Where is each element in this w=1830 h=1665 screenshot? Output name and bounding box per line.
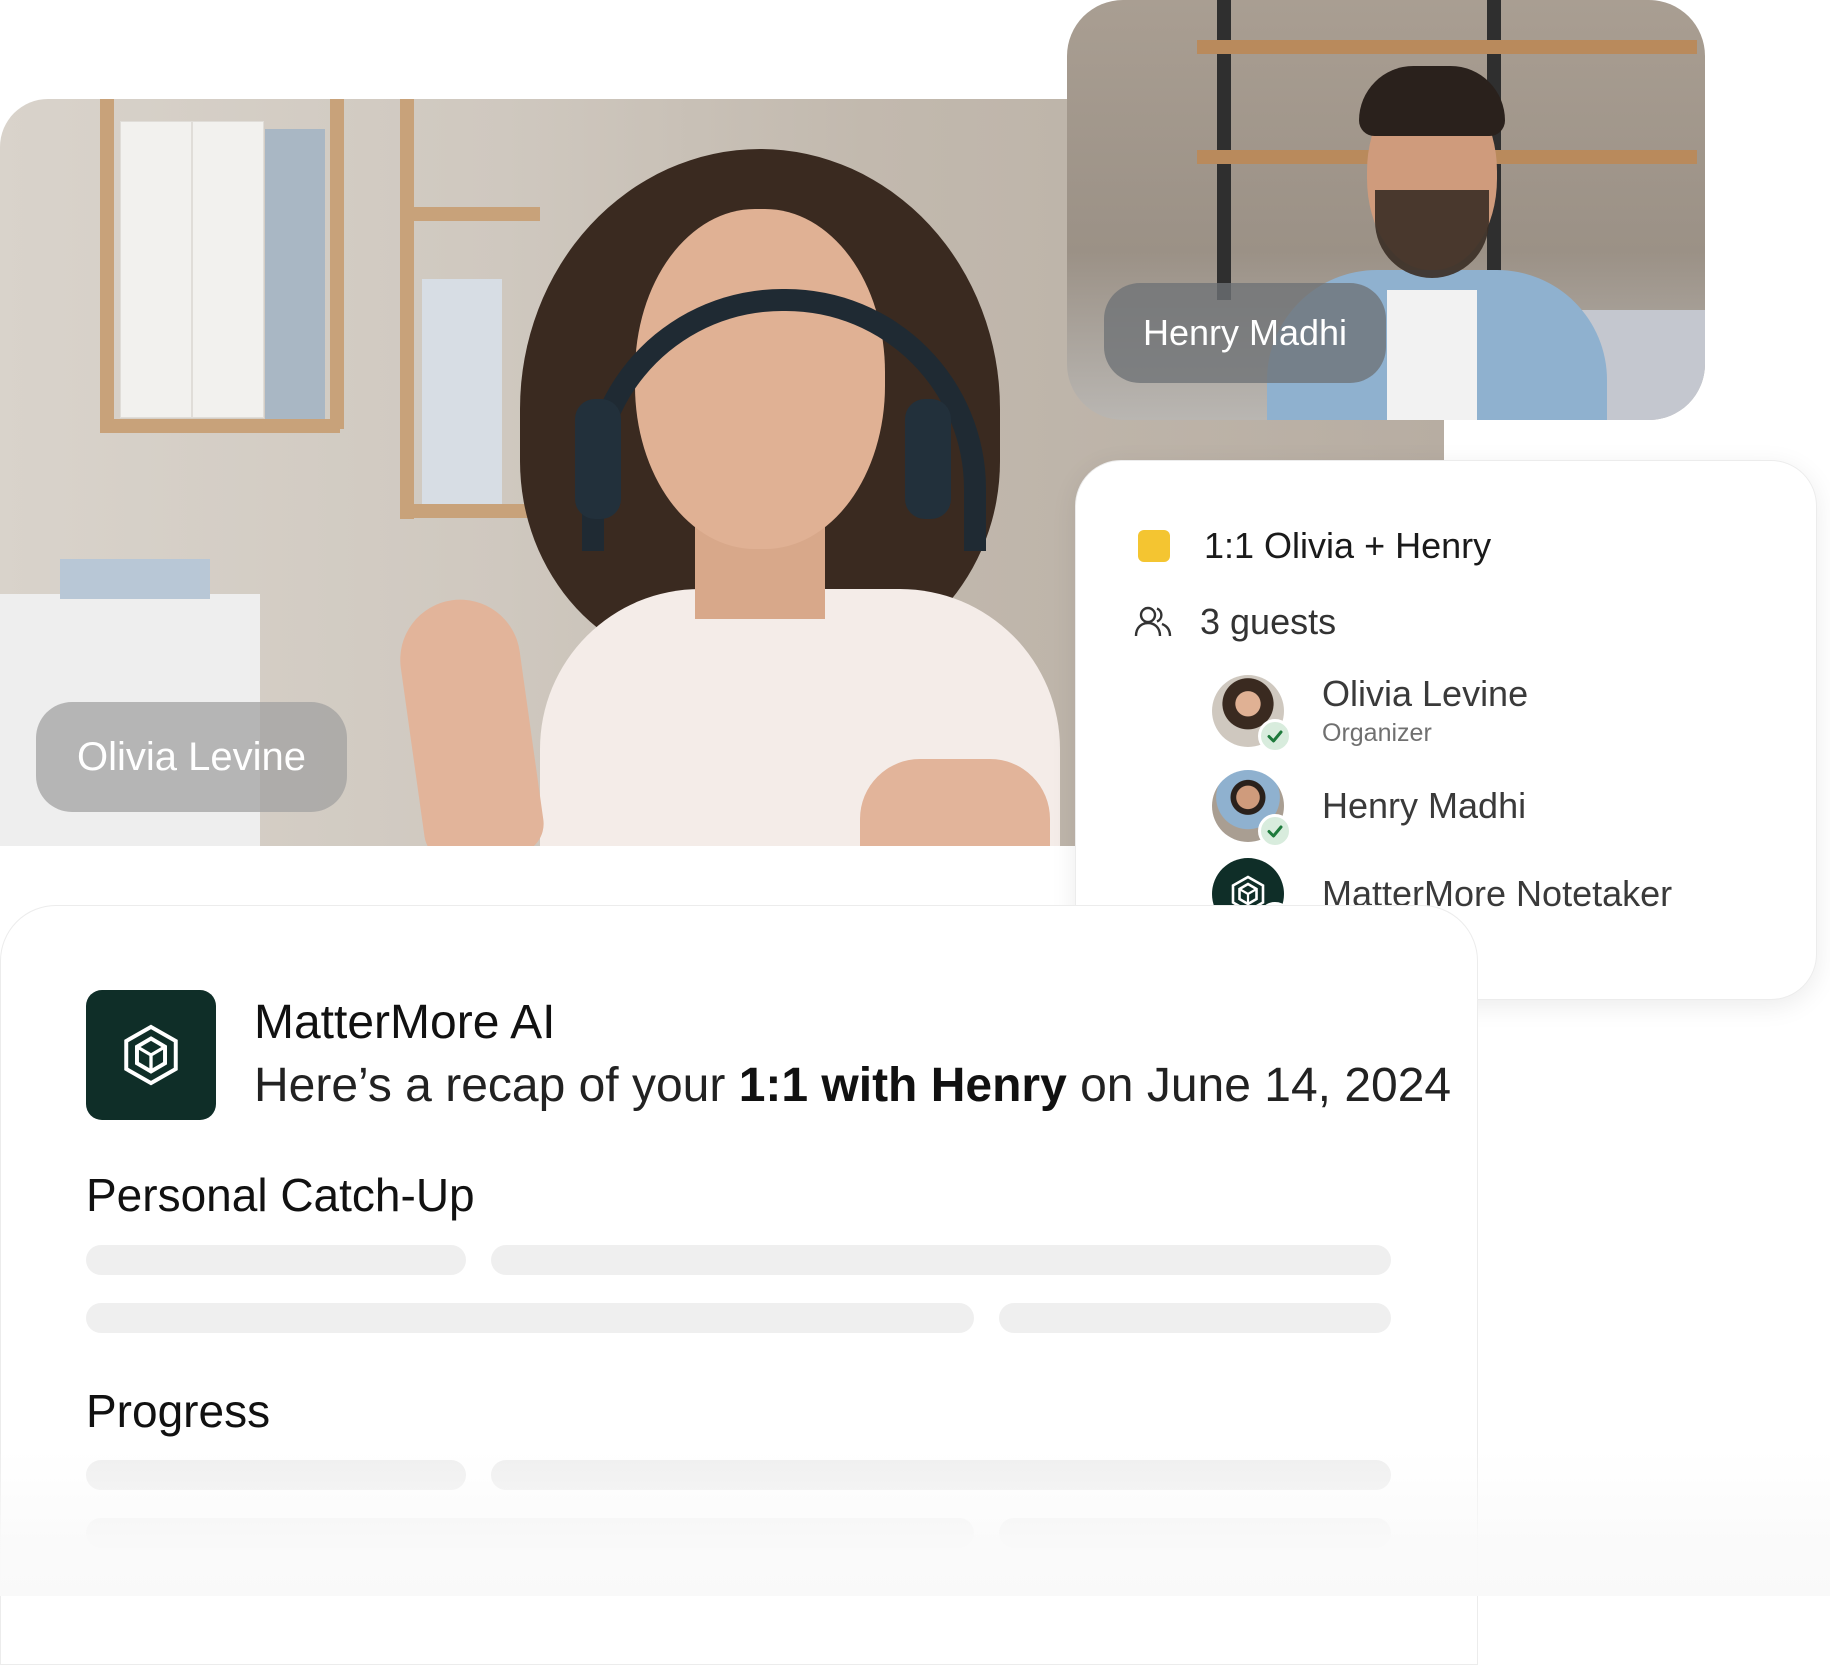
placeholder-line — [491, 1245, 1391, 1275]
recap-intro: Here’s a recap of your 1:1 with Henry on… — [254, 1058, 1451, 1113]
side-video-tile[interactable]: Henry Madhi — [1067, 0, 1705, 420]
participant-name: Henry Madhi — [1142, 312, 1348, 353]
recap-intro-highlight: 1:1 with Henry — [738, 1059, 1067, 1112]
section-heading: Progress — [86, 1385, 271, 1437]
background-shelves — [100, 99, 540, 599]
placeholder-line — [999, 1303, 1391, 1333]
attendee-name: Henry Madhi — [1322, 785, 1527, 826]
attendee-role: Organizer — [1322, 719, 1432, 747]
check-icon — [1258, 814, 1292, 848]
participant-name: Olivia Levine — [76, 734, 306, 779]
meeting-title: 1:1 Olivia + Henry — [1204, 525, 1492, 566]
calendar-color-swatch — [1138, 530, 1170, 562]
recap-app-name: MatterMore AI — [254, 996, 556, 1049]
check-icon — [1258, 718, 1292, 753]
attendee-name: Olivia Levine — [1322, 673, 1529, 714]
bottom-fade — [0, 1450, 1830, 1596]
attendee-row[interactable]: Olivia Levine Organizer — [1212, 673, 1529, 753]
olivia-video-feed — [392, 119, 1080, 846]
placeholder-line — [86, 1303, 974, 1333]
placeholder-line — [86, 1245, 466, 1275]
attendee-row[interactable]: Henry Madhi — [1212, 770, 1527, 848]
participant-name-tag: Henry Madhi — [1104, 283, 1386, 383]
guests-icon — [1134, 606, 1172, 637]
desk-items-top — [60, 559, 210, 599]
recap-intro-suffix: on June 14, 2024 — [1066, 1059, 1452, 1112]
mattermore-logo-icon — [86, 990, 216, 1120]
guests-count: 3 guests — [1200, 601, 1337, 642]
section-heading: Personal Catch-Up — [86, 1169, 475, 1221]
participant-name-tag: Olivia Levine — [36, 702, 347, 812]
recap-intro-prefix: Here’s a recap of your — [254, 1059, 739, 1112]
